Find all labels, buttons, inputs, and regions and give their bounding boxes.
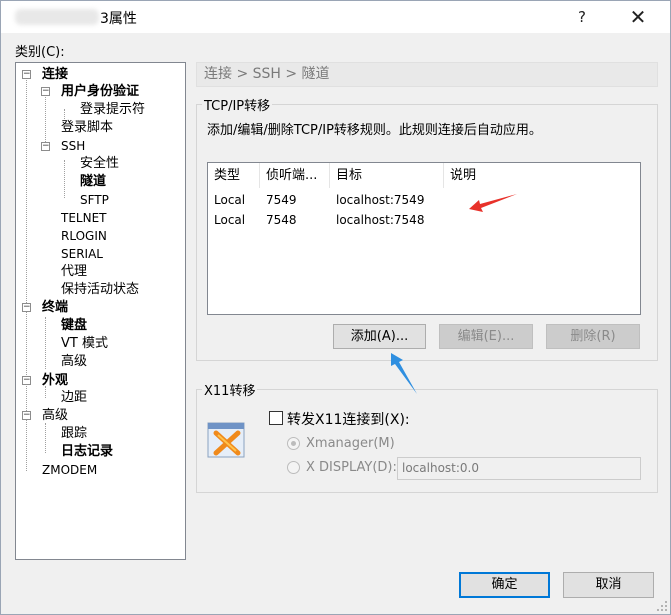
expand-toggle-icon[interactable]: −: [22, 411, 31, 420]
tree-item-advanced[interactable]: 高级: [42, 407, 68, 424]
tree-item-margins[interactable]: 边距: [61, 389, 87, 406]
tcpip-group-title: TCP/IP转移: [202, 95, 273, 114]
xdisplay-radio[interactable]: [287, 461, 300, 474]
edit-rule-button[interactable]: 编辑(E)...: [439, 324, 533, 349]
x11-group-title: X11转移: [202, 380, 258, 399]
forwarding-rules-list[interactable]: 类型 侦听端... 目标 说明 Local 7549 localhost:754…: [207, 162, 641, 315]
breadcrumb: 连接 > SSH > 隧道: [196, 62, 658, 87]
tree-item-appearance[interactable]: 外观: [42, 372, 68, 389]
properties-dialog: 3属性 ? ✕ 类别(C): − 连接 − 用户身份验证 登录提示符 登录脚本 …: [0, 0, 671, 615]
tree-connector: [45, 92, 46, 144]
tree-item-telnet[interactable]: TELNET: [61, 210, 107, 227]
xdisplay-label: X DISPLAY(D):: [306, 460, 397, 475]
expand-toggle-icon[interactable]: −: [41, 142, 50, 151]
cancel-button[interactable]: 取消: [563, 572, 654, 598]
xmanager-radio[interactable]: [287, 437, 300, 450]
expand-toggle-icon[interactable]: −: [22, 376, 31, 385]
column-header-desc[interactable]: 说明: [444, 163, 640, 188]
forward-x11-label: 转发X11连接到(X):: [287, 412, 410, 428]
tree-item-proxy[interactable]: 代理: [61, 263, 87, 280]
category-label: 类别(C):: [15, 45, 65, 60]
rule-row-1-type[interactable]: Local: [208, 193, 245, 207]
tree-item-keepalive[interactable]: 保持活动状态: [61, 281, 139, 298]
rule-row-2-type[interactable]: Local: [208, 213, 245, 227]
ok-button[interactable]: 确定: [459, 572, 550, 598]
tree-item-authentication[interactable]: 用户身份验证: [61, 83, 139, 100]
blue-arrow-icon: [391, 353, 417, 394]
expand-toggle-icon[interactable]: −: [22, 70, 31, 79]
tree-item-vt-modes[interactable]: VT 模式: [61, 335, 108, 352]
add-rule-button[interactable]: 添加(A)...: [333, 324, 426, 349]
tree-connector: [64, 109, 65, 119]
rule-row-1-port[interactable]: 7549: [260, 193, 297, 207]
tree-item-ssh[interactable]: SSH: [61, 138, 85, 155]
rule-row-2-target[interactable]: localhost:7548: [330, 213, 424, 227]
expand-toggle-icon[interactable]: −: [22, 303, 31, 312]
help-button[interactable]: ?: [559, 3, 605, 31]
category-tree[interactable]: − 连接 − 用户身份验证 登录提示符 登录脚本 − SSH 安全性 隧道 SF…: [15, 62, 186, 560]
delete-rule-button[interactable]: 删除(R): [546, 324, 640, 349]
blurred-title-prefix: [15, 9, 99, 25]
forward-x11-checkbox[interactable]: [269, 411, 283, 425]
tree-item-serial[interactable]: SERIAL: [61, 246, 103, 263]
column-header-type[interactable]: 类型: [208, 163, 260, 188]
expand-toggle-icon[interactable]: −: [41, 87, 50, 96]
tree-item-login-prompts[interactable]: 登录提示符: [80, 101, 145, 118]
tree-item-sftp[interactable]: SFTP: [80, 192, 109, 209]
tree-connector: [45, 423, 46, 453]
close-button[interactable]: ✕: [615, 3, 661, 31]
tree-item-tunneling[interactable]: 隧道: [80, 173, 106, 190]
rule-row-2-port[interactable]: 7548: [260, 213, 297, 227]
tree-item-zmodem[interactable]: ZMODEM: [42, 462, 97, 479]
window-title: 3属性: [100, 11, 137, 27]
tree-item-advanced-terminal[interactable]: 高级: [61, 353, 87, 370]
red-arrow-icon: [469, 194, 517, 212]
tree-item-trace[interactable]: 跟踪: [61, 425, 87, 442]
xmanager-label: Xmanager(M): [306, 436, 395, 451]
column-header-port[interactable]: 侦听端...: [260, 163, 330, 188]
tree-connector: [45, 317, 46, 369]
xmanager-icon: [207, 422, 245, 458]
tree-item-logging[interactable]: 日志记录: [61, 443, 113, 460]
resize-grip-icon[interactable]: [656, 600, 668, 612]
tree-item-rlogin[interactable]: RLOGIN: [61, 228, 107, 245]
tree-item-connection[interactable]: 连接: [42, 66, 68, 83]
tree-connector: [64, 160, 65, 198]
tree-item-terminal[interactable]: 终端: [42, 299, 68, 316]
column-header-target[interactable]: 目标: [330, 163, 444, 188]
rule-row-1-target[interactable]: localhost:7549: [330, 193, 424, 207]
xdisplay-input[interactable]: localhost:0.0: [397, 457, 641, 480]
tcpip-description: 添加/编辑/删除TCP/IP转移规则。此规则连接后自动应用。: [207, 123, 542, 138]
title-bar: 3属性 ? ✕: [1, 1, 670, 33]
tree-item-login-scripts[interactable]: 登录脚本: [61, 119, 113, 136]
tree-item-security[interactable]: 安全性: [80, 155, 119, 172]
tree-item-keyboard[interactable]: 键盘: [61, 317, 87, 334]
